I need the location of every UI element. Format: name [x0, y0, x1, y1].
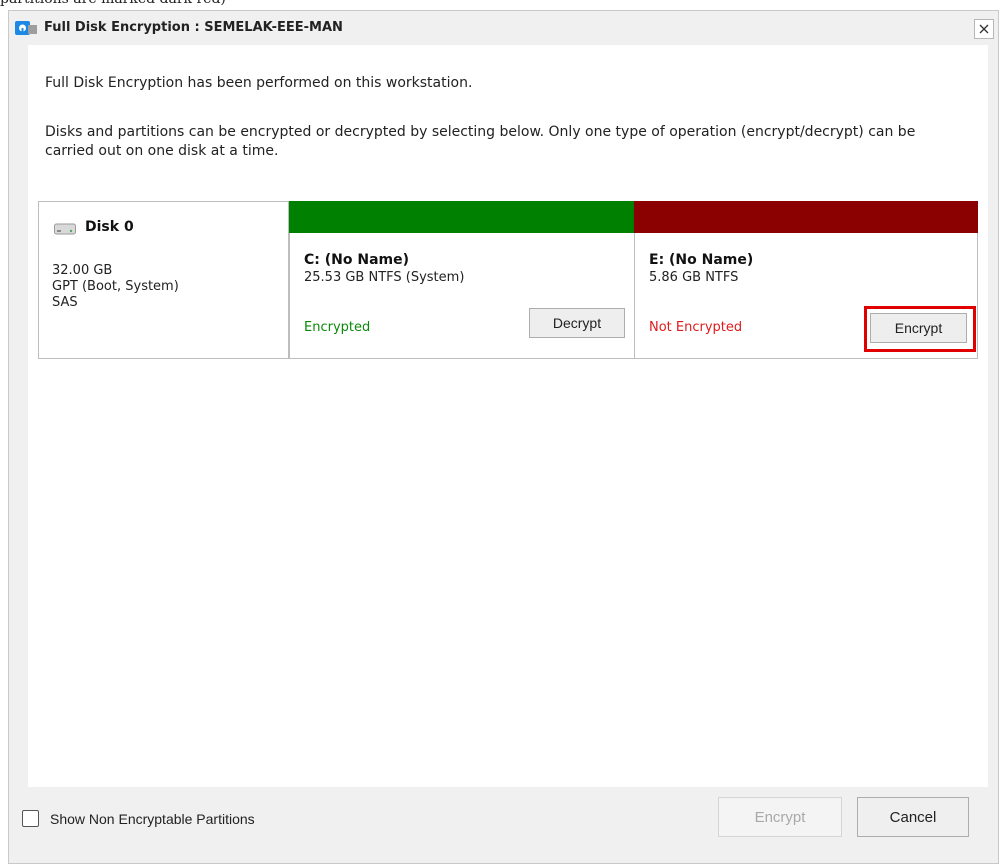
- partition-detail: 5.86 GB NTFS: [649, 270, 739, 285]
- content-panel: Full Disk Encryption has been performed …: [28, 45, 988, 787]
- disk-size: 32.00 GB: [52, 263, 113, 278]
- show-non-encryptable-label[interactable]: Show Non Encryptable Partitions: [50, 811, 255, 827]
- encrypt-button-disabled[interactable]: Encrypt: [718, 797, 842, 837]
- partition-card-c[interactable]: C: (No Name) 25.53 GB NTFS (System) Encr…: [289, 201, 635, 359]
- instructions-message: Disks and partitions can be encrypted or…: [45, 124, 916, 159]
- decrypt-button[interactable]: Decrypt: [529, 308, 625, 338]
- full-disk-encryption-dialog: Full Disk Encryption : SEMELAK-EEE-MAN F…: [8, 10, 999, 864]
- lock-app-icon: [15, 19, 37, 37]
- partition-status-bar: [289, 201, 635, 233]
- disk-bus: SAS: [52, 295, 78, 310]
- hard-drive-icon: [54, 221, 76, 235]
- performed-message: Full Disk Encryption has been performed …: [45, 75, 473, 91]
- title-bar: Full Disk Encryption : SEMELAK-EEE-MAN: [9, 11, 998, 45]
- partition-status: Encrypted: [304, 320, 371, 335]
- close-icon: [979, 24, 989, 34]
- partition-name: C: (No Name): [304, 252, 409, 268]
- disk-name: Disk 0: [85, 219, 134, 235]
- partition-detail: 25.53 GB NTFS (System): [304, 270, 465, 285]
- partition-name: E: (No Name): [649, 252, 754, 268]
- show-non-encryptable-checkbox[interactable]: [22, 810, 39, 827]
- partition-card-e[interactable]: E: (No Name) 5.86 GB NTFS Not Encrypted …: [634, 201, 978, 359]
- cancel-button[interactable]: Cancel: [857, 797, 969, 837]
- disk-card: Disk 0 32.00 GB GPT (Boot, System) SAS: [38, 201, 289, 359]
- disk-partition-style: GPT (Boot, System): [52, 279, 179, 294]
- caption-text: partitions are marked dark red): [0, 0, 226, 9]
- partition-status: Not Encrypted: [649, 320, 743, 335]
- encrypt-partition-button[interactable]: Encrypt: [870, 313, 967, 343]
- partition-status-bar: [634, 201, 978, 233]
- window-title: Full Disk Encryption : SEMELAK-EEE-MAN: [44, 20, 343, 35]
- close-button[interactable]: [974, 19, 994, 39]
